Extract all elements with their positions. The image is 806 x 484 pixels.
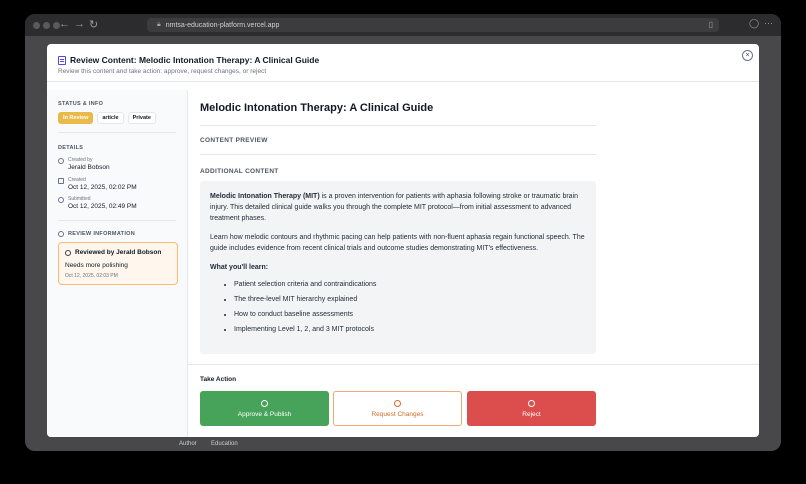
content-preview-box[interactable]: Melodic Intonation Therapy (MIT) is a pr… (200, 181, 596, 354)
status-badge: In Review (58, 112, 94, 124)
request-label: Request Changes (371, 410, 424, 418)
approve-label: Approve & Publish (237, 410, 292, 418)
list-item: The three-level MIT hierarchy explained (234, 294, 586, 305)
created-by-value: Jerald Bobson (68, 164, 110, 171)
created-label: Created (68, 177, 86, 183)
review-modal: Review Content: Melodic Intonation Thera… (47, 44, 759, 437)
more-options-icon[interactable]: ⋯ (764, 18, 773, 29)
request-changes-button[interactable]: Request Changes (333, 391, 462, 426)
modal-title-text: Review Content: Melodic Intonation Thera… (70, 55, 320, 65)
review-card: Reviewed by Jerald Bobson Needs more pol… (58, 242, 178, 285)
content-paragraph: Melodic Intonation Therapy (MIT) is a pr… (210, 191, 586, 224)
review-information-text: REVIEW INFORMATION (68, 231, 136, 237)
learn-list: Patient selection criteria and contraind… (210, 279, 586, 335)
user-icon (65, 249, 71, 256)
submitted-detail: Submitted Oct 12, 2025, 02:49 PM (58, 196, 137, 210)
extensions-icon[interactable]: ◯ (749, 18, 759, 29)
sidebar-divider (58, 220, 176, 221)
window-close-dot[interactable] (33, 22, 40, 29)
reviewer: Reviewed by Jerald Bobson (65, 249, 171, 256)
details-label: DETAILS (58, 145, 84, 151)
lock-icon: 🔒︎ (157, 21, 161, 28)
document-icon (58, 55, 66, 65)
alert-circle-icon (394, 399, 401, 407)
back-arrow-icon[interactable]: ← (59, 18, 70, 30)
learn-heading: What you'll learn: (210, 264, 269, 271)
additional-content-label: ADDITIONAL CONTENT (200, 168, 279, 175)
check-circle-icon (261, 399, 268, 407)
review-date: Oct 12, 2025, 02:03 PM (65, 273, 118, 279)
status-info-label: STATUS & INFO (58, 101, 104, 107)
status-badges: In Review article Private (58, 112, 156, 124)
content-title: Melodic Intonation Therapy: A Clinical G… (200, 102, 434, 114)
window-minimize-dot[interactable] (43, 22, 50, 29)
created-value: Oct 12, 2025, 02:02 PM (68, 184, 137, 191)
background-tab-education: Education (211, 441, 238, 447)
preview-divider (200, 154, 596, 155)
review-message: Needs more polishing (65, 262, 128, 269)
close-icon[interactable]: × (742, 50, 753, 61)
background-tab-author: Author (179, 441, 197, 447)
created-by-detail: Created by Jerald Bobson (58, 157, 110, 171)
content-paragraph: Learn how melodic contours and rhythmic … (210, 234, 585, 252)
x-circle-icon (528, 399, 535, 407)
modal-header: Review Content: Melodic Intonation Thera… (47, 44, 759, 82)
created-detail: Created Oct 12, 2025, 02:02 PM (58, 177, 137, 191)
take-action-label: Take Action (200, 376, 237, 383)
bookmark-icon[interactable]: ▯ (709, 20, 713, 29)
clock-icon (58, 197, 64, 203)
type-badge: article (97, 112, 124, 124)
info-icon (58, 231, 64, 237)
browser-toolbar: ← → ↻ 🔒︎ nmtsa-education-platform.vercel… (25, 14, 781, 36)
title-divider (200, 125, 596, 126)
address-bar[interactable]: 🔒︎ nmtsa-education-platform.vercel.app ▯ (147, 18, 719, 32)
reject-button[interactable]: Reject (467, 391, 596, 426)
review-information-label: REVIEW INFORMATION (58, 231, 135, 237)
reload-icon[interactable]: ↻ (89, 18, 98, 31)
modal-subtitle: Review this content and take action: app… (58, 68, 267, 75)
list-item: Patient selection criteria and contraind… (234, 279, 586, 290)
content-bold-term: Melodic Intonation Therapy (MIT) (210, 193, 320, 200)
content-preview-label: CONTENT PREVIEW (200, 137, 268, 144)
submitted-label: Submitted (68, 196, 91, 202)
reviewer-name: Reviewed by Jerald Bobson (75, 249, 162, 256)
modal-title: Review Content: Melodic Intonation Thera… (58, 55, 319, 65)
sidebar-divider (58, 132, 176, 133)
calendar-icon (58, 178, 64, 184)
list-item: How to conduct baseline assessments (234, 309, 586, 320)
info-sidebar: STATUS & INFO In Review article Private … (47, 90, 188, 437)
submitted-value: Oct 12, 2025, 02:49 PM (68, 203, 137, 210)
forward-arrow-icon[interactable]: → (74, 18, 85, 30)
list-item: Implementing Level 1, 2, and 3 MIT proto… (234, 324, 586, 335)
reject-label: Reject (522, 410, 541, 418)
visibility-badge: Private (127, 112, 156, 124)
created-by-label: Created by (68, 157, 93, 163)
approve-publish-button[interactable]: Approve & Publish (200, 391, 329, 426)
user-icon (58, 158, 64, 164)
url-text: nmtsa-education-platform.vercel.app (165, 21, 280, 29)
